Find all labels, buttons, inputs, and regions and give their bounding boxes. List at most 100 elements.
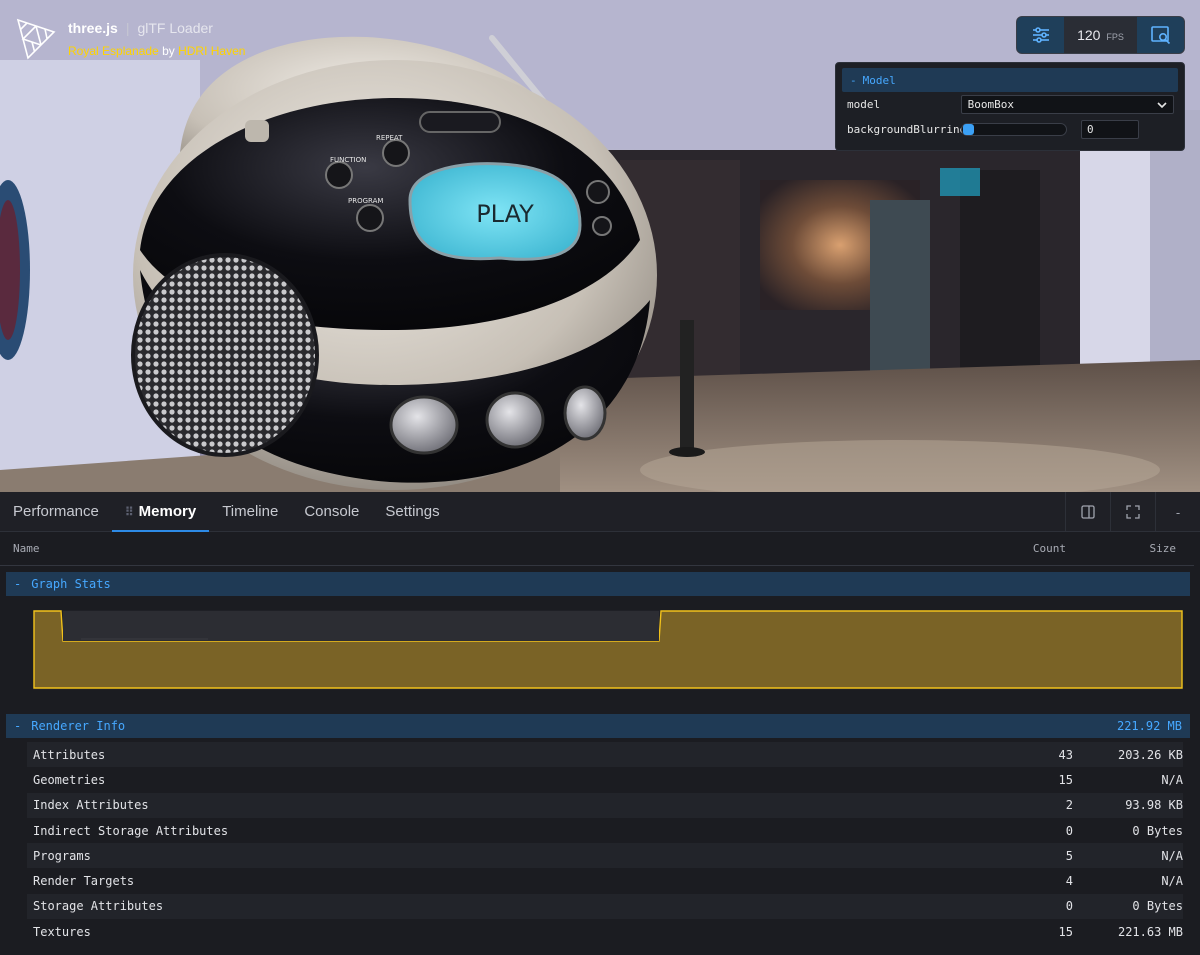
tab-label: Console (304, 503, 360, 520)
renderer-info-header[interactable]: - Renderer Info 221.92 MB (6, 714, 1190, 738)
minimize-button[interactable]: - (1155, 492, 1200, 532)
row-count: 5 (1065, 848, 1073, 863)
minimize-icon: - (1175, 504, 1181, 520)
graph-dip-region (63, 611, 659, 641)
row-size: N/A (1161, 874, 1183, 889)
tab-label: Memory (138, 503, 197, 520)
row-name: Storage Attributes (33, 899, 164, 914)
graph-stats-header[interactable]: - Graph Stats (6, 572, 1190, 596)
section-title: Graph Stats (31, 577, 111, 591)
table-row: Programs 5 N/A (27, 843, 1183, 869)
row-count: 0 (1065, 823, 1073, 838)
environment-link[interactable]: Royal Esplanade (68, 44, 159, 58)
example-title: glTF Loader (137, 20, 213, 36)
tab-memory[interactable]: ⠿ Memory (111, 492, 210, 532)
folder-title: Model (862, 73, 896, 87)
stats-toolbar: 120 FPS (1016, 16, 1185, 54)
row-size: 203.26 KB (1117, 747, 1183, 762)
row-count: 15 (1058, 924, 1073, 939)
tab-performance[interactable]: Performance (0, 492, 112, 531)
fps-counter: 120 FPS (1064, 17, 1137, 53)
row-size: N/A (1161, 772, 1183, 787)
panel-icon (1081, 505, 1095, 519)
tab-label: Timeline (222, 503, 279, 520)
play-screen-label: PLAY (476, 200, 534, 228)
table-row: Render Targets 4 N/A (27, 868, 1183, 893)
section-collapse-toggle[interactable]: - (14, 577, 21, 591)
inspector-button[interactable] (1137, 17, 1184, 53)
row-name: Indirect Storage Attributes (33, 823, 229, 838)
title-separator: | (125, 20, 130, 36)
row-name: Index Attributes (33, 798, 149, 813)
memory-graph (33, 610, 1183, 690)
column-count: Count (1032, 542, 1066, 555)
row-count: 15 (1058, 772, 1073, 787)
fps-value: 120 (1077, 27, 1101, 43)
toggle-gui-button[interactable] (1017, 17, 1064, 53)
column-name: Name (13, 542, 40, 555)
table-row: Geometries 15 N/A (27, 767, 1183, 792)
row-name: Textures (33, 924, 91, 939)
renderer-total-size: 221.92 MB (1116, 719, 1182, 733)
tab-timeline[interactable]: Timeline (209, 492, 291, 531)
row-size: 0 Bytes (1132, 823, 1183, 838)
blurriness-value: 0 (1087, 123, 1094, 136)
repeat-label: REPEAT (376, 134, 403, 142)
credit-by-text: by (158, 44, 179, 58)
tab-console[interactable]: Console (291, 492, 372, 531)
gui-panel: - Model model BoomBox backgroundBlurrine… (835, 62, 1185, 151)
section-title: Renderer Info (31, 719, 126, 733)
model-property: model BoomBox (836, 92, 1184, 117)
memory-graph-svg (33, 610, 1183, 690)
tab-label: Performance (13, 503, 99, 520)
table-row: Index Attributes 2 93.98 KB (27, 792, 1183, 818)
inspector-devtools: Performance ⠿ Memory Timeline Console Set… (0, 492, 1200, 955)
row-size: 221.63 MB (1117, 924, 1183, 939)
chevron-down-icon (1157, 101, 1167, 108)
brand-link[interactable]: three.js (68, 20, 118, 36)
blurriness-property: backgroundBlurriness 0 (836, 117, 1184, 142)
row-size: 93.98 KB (1125, 798, 1183, 813)
dock-panel-button[interactable] (1065, 492, 1110, 532)
tab-settings[interactable]: Settings (372, 492, 452, 531)
hdri-haven-link[interactable]: HDRI Haven (178, 44, 245, 58)
3d-viewport[interactable]: PLAY FUNCTION REPEAT PROGRAM three.js | … (0, 0, 1200, 492)
row-size: N/A (1161, 848, 1183, 863)
drag-grip-icon[interactable]: ⠿ (125, 505, 134, 519)
row-name: Attributes (33, 747, 106, 762)
model-select[interactable]: BoomBox (960, 95, 1174, 114)
info-overlay: three.js | glTF Loader Royal Esplanade b… (16, 18, 245, 60)
fullscreen-button[interactable] (1110, 492, 1155, 532)
model-selected-value: BoomBox (967, 98, 1014, 111)
folder-collapse-toggle[interactable]: - (850, 74, 857, 87)
row-count: 2 (1065, 798, 1073, 813)
blurriness-number-input[interactable]: 0 (1081, 120, 1139, 139)
panel-actions: - (1065, 492, 1200, 532)
table-row: Attributes 43 203.26 KB (27, 742, 1183, 768)
fps-unit: FPS (1106, 31, 1124, 42)
row-size: 0 Bytes (1132, 899, 1183, 914)
row-name: Geometries (33, 772, 106, 787)
blurriness-label: backgroundBlurriness (847, 123, 980, 136)
tab-label: Settings (385, 503, 440, 520)
program-label: PROGRAM (348, 197, 383, 205)
row-name: Render Targets (33, 874, 135, 889)
blurriness-slider[interactable] (961, 123, 1067, 136)
devtools-tab-bar: Performance ⠿ Memory Timeline Console Set… (0, 492, 1200, 532)
renderer-info-table: Attributes 43 203.26 KB Geometries 15 N/A Inde… (27, 742, 1183, 944)
slider-handle[interactable] (963, 124, 974, 135)
column-headers: Name Count Size (0, 532, 1194, 566)
row-count: 0 (1065, 899, 1073, 914)
row-name: Programs (33, 848, 91, 863)
inspect-icon (1150, 26, 1170, 45)
threejs-logo-icon[interactable] (16, 18, 56, 60)
sliders-icon (1032, 27, 1049, 43)
table-row: Textures 15 221.63 MB (27, 919, 1183, 944)
model-label: model (847, 98, 881, 111)
table-row: Storage Attributes 0 0 Bytes (27, 893, 1183, 920)
row-count: 4 (1065, 874, 1073, 889)
model-folder-header[interactable]: - Model (842, 68, 1178, 92)
fullscreen-icon (1126, 505, 1140, 519)
row-count: 43 (1058, 747, 1073, 762)
section-collapse-toggle[interactable]: - (14, 719, 21, 733)
